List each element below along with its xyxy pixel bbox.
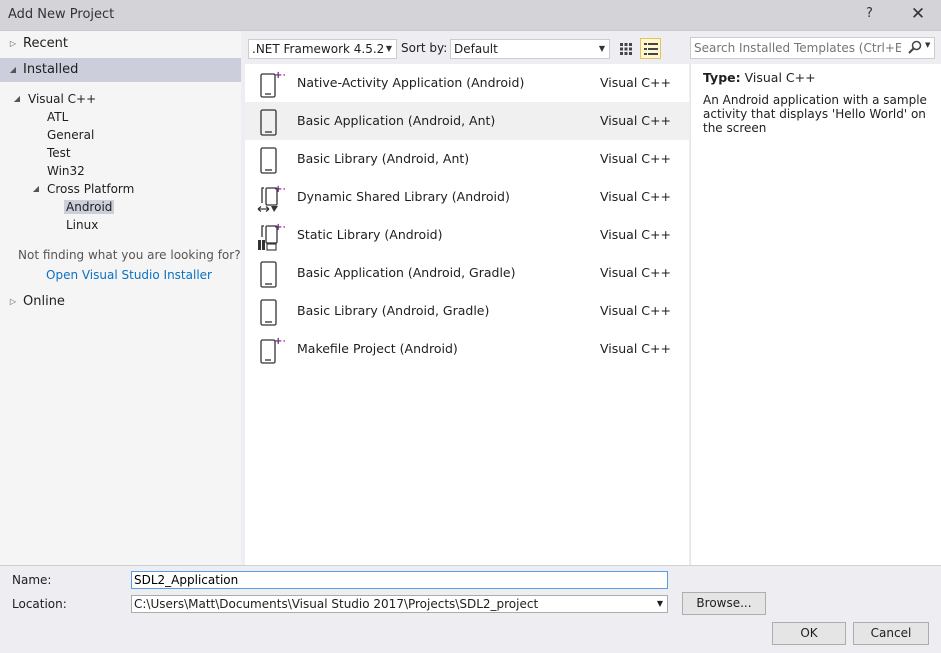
search-input[interactable] [691, 38, 901, 58]
small-icons-view-button[interactable] [615, 38, 636, 59]
template-item[interactable]: ++ Makefile Project (Android) Visual C++ [245, 330, 689, 368]
tree-item-general[interactable]: General [47, 126, 94, 144]
caret-right-icon[interactable]: ▷ [8, 290, 18, 314]
type-label: Type: [703, 70, 741, 85]
template-list: ++ Native-Activity Application (Android)… [245, 64, 689, 565]
template-item[interactable]: ++ Native-Activity Application (Android)… [245, 64, 689, 102]
svg-text:++: ++ [274, 222, 285, 233]
search-icon[interactable] [908, 40, 922, 54]
template-item[interactable]: ++ Dynamic Shared Library (Android) Visu… [245, 178, 689, 216]
template-language: Visual C++ [600, 227, 671, 242]
type-value: Visual C++ [744, 70, 816, 85]
template-item[interactable]: Basic Library (Android, Ant) Visual C++ [245, 140, 689, 178]
chevron-down-icon: ▼ [385, 44, 392, 53]
tree-item-android[interactable]: Android [64, 198, 115, 216]
template-name: Basic Application (Android, Ant) [297, 113, 496, 128]
project-form: Name: Location: C:\Users\Matt\Documents\… [0, 565, 941, 653]
phone-icon [260, 299, 277, 326]
browse-button[interactable]: Browse... [682, 592, 766, 615]
caret-down-icon[interactable]: ◢ [31, 180, 41, 198]
template-name: Basic Library (Android, Gradle) [297, 303, 490, 318]
list-view-button[interactable] [640, 38, 661, 59]
close-button[interactable]: ✕ [908, 4, 928, 24]
framework-dropdown[interactable]: .NET Framework 4.5.2 ▼ [248, 39, 397, 59]
template-name: Dynamic Shared Library (Android) [297, 189, 510, 204]
template-language: Visual C++ [600, 189, 671, 204]
android-plus-icon: ++ [260, 336, 285, 364]
tree-item-recent[interactable]: ▷ Recent [0, 32, 241, 56]
template-tree: ▷ Recent ◢ Installed ◢ Visual C++ ATL Ge… [0, 31, 241, 565]
svg-text:++: ++ [274, 184, 285, 195]
template-item[interactable]: Basic Application (Android, Gradle) Visu… [245, 254, 689, 292]
caret-down-icon[interactable]: ◢ [8, 58, 18, 82]
type-row: Type: Visual C++ [703, 70, 816, 85]
search-box[interactable]: ▼ [690, 37, 935, 59]
cancel-button[interactable]: Cancel [853, 622, 929, 645]
tree-label: Cross Platform [47, 182, 135, 196]
template-name: Basic Library (Android, Ant) [297, 151, 470, 166]
chevron-down-icon[interactable]: ▼ [657, 596, 663, 612]
template-language: Visual C++ [600, 151, 671, 166]
template-name: Makefile Project (Android) [297, 341, 458, 356]
android-plus-icon: ++ [260, 70, 285, 98]
template-name: Basic Application (Android, Gradle) [297, 265, 516, 280]
details-panel: Type: Visual C++ An Android application … [690, 64, 941, 565]
template-item[interactable]: Basic Library (Android, Gradle) Visual C… [245, 292, 689, 330]
ok-button[interactable]: OK [772, 622, 846, 645]
chevron-down-icon[interactable]: ▼ [925, 41, 930, 49]
template-name: Static Library (Android) [297, 227, 443, 242]
template-language: Visual C++ [600, 113, 671, 128]
open-installer-link[interactable]: Open Visual Studio Installer [46, 266, 212, 284]
tree-item-win32[interactable]: Win32 [47, 162, 85, 180]
template-item[interactable]: Basic Application (Android, Ant) Visual … [245, 102, 689, 140]
template-language: Visual C++ [600, 341, 671, 356]
template-name: Native-Activity Application (Android) [297, 75, 525, 90]
grid-icon [619, 42, 632, 55]
help-button[interactable]: ? [866, 6, 873, 21]
tree-label: Recent [23, 36, 68, 51]
phone-icon [260, 261, 277, 288]
sort-dropdown[interactable]: Default ▼ [450, 39, 610, 59]
template-description: An Android application with a sample act… [703, 93, 927, 135]
not-finding-text: Not finding what you are looking for? [18, 248, 241, 262]
name-input[interactable] [134, 572, 667, 588]
name-field[interactable] [131, 571, 668, 589]
location-label: Location: [12, 597, 67, 611]
tree-item-atl[interactable]: ATL [47, 108, 68, 126]
phone-icon [260, 147, 277, 174]
template-language: Visual C++ [600, 75, 671, 90]
svg-text:++: ++ [274, 70, 285, 81]
tree-item-test[interactable]: Test [47, 144, 71, 162]
tree-label: Visual C++ [28, 92, 97, 106]
template-language: Visual C++ [600, 303, 671, 318]
list-icon [643, 42, 658, 55]
svg-text:++: ++ [274, 336, 285, 347]
location-value: C:\Users\Matt\Documents\Visual Studio 20… [134, 597, 539, 611]
dynamic-library-icon: ++ [257, 184, 285, 212]
tree-label: Android [64, 200, 115, 214]
tree-item-online[interactable]: ▷ Online [0, 290, 241, 314]
sort-label: Sort by: [401, 41, 448, 55]
caret-down-icon[interactable]: ◢ [12, 90, 22, 108]
window-title: Add New Project [8, 7, 115, 22]
caret-right-icon[interactable]: ▷ [8, 32, 18, 56]
location-combobox[interactable]: C:\Users\Matt\Documents\Visual Studio 20… [131, 595, 668, 613]
chevron-down-icon: ▼ [598, 44, 605, 53]
template-language: Visual C++ [600, 265, 671, 280]
title-bar: Add New Project ? ✕ [0, 0, 941, 31]
tree-item-linux[interactable]: Linux [66, 216, 98, 234]
tree-label: Online [23, 294, 65, 309]
name-label: Name: [12, 573, 52, 587]
framework-value: .NET Framework 4.5.2 [252, 42, 385, 56]
phone-icon [260, 109, 277, 136]
template-item[interactable]: ++ Static Library (Android) Visual C++ [245, 216, 689, 254]
tree-label: Installed [23, 62, 79, 77]
sort-value: Default [454, 42, 498, 56]
static-library-icon: ++ [258, 222, 285, 251]
tree-item-installed[interactable]: ◢ Installed [0, 58, 241, 82]
